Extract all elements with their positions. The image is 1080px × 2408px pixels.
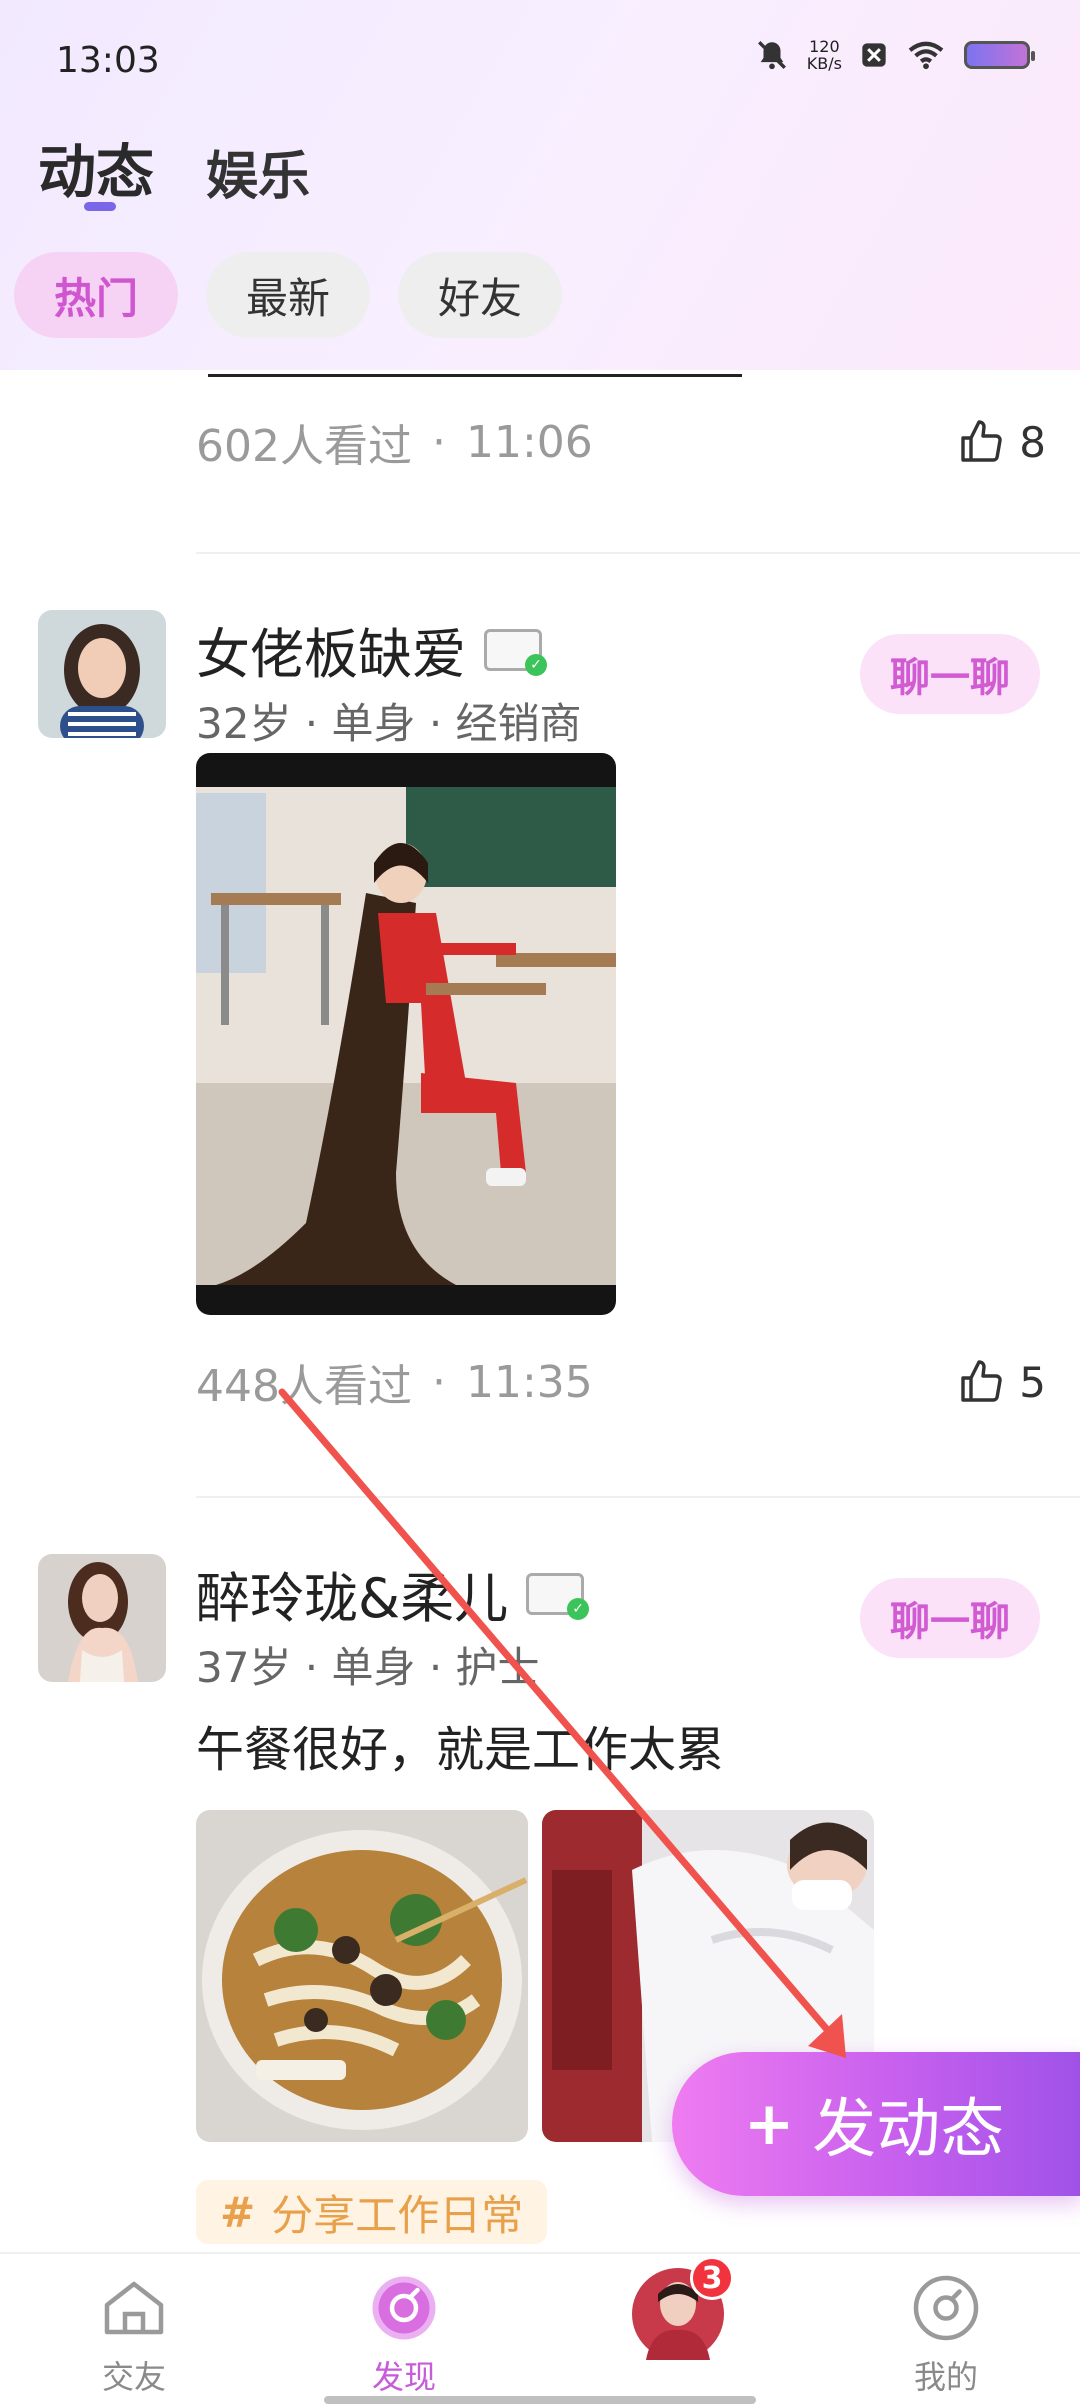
battery-icon: [964, 41, 1035, 69]
tab-entertainment[interactable]: 娱乐: [206, 134, 310, 209]
like-count: 8: [1019, 417, 1046, 467]
view-count: 448人看过: [196, 1361, 412, 1412]
post-caption: 午餐很好，就是工作太累: [196, 1722, 725, 1778]
thumbs-up-icon: [961, 1360, 1002, 1402]
partial-image-edge: [208, 374, 742, 377]
discover-icon: [372, 2276, 436, 2340]
meta-separator: ·: [431, 416, 446, 468]
home-icon: [104, 2281, 164, 2335]
network-speed: 120 KB/s: [807, 38, 842, 72]
verified-id-icon: ✓: [484, 628, 547, 676]
filter-latest[interactable]: 最新: [206, 252, 371, 338]
topic-tag-text: 分享工作日常: [271, 2190, 524, 2240]
post-photo[interactable]: [196, 1810, 528, 2142]
unread-badge: 3: [690, 2256, 734, 2300]
bottom-tab-bar: 交友 发现 3 我的: [0, 2252, 1080, 2408]
view-count: 602人看过: [196, 421, 412, 472]
filter-hot[interactable]: 热门: [14, 252, 179, 338]
main-tabs: 动态 娱乐: [38, 125, 310, 211]
like-count: 5: [1019, 1357, 1046, 1407]
avatar[interactable]: [38, 610, 166, 738]
profile-icon: [913, 2275, 979, 2341]
network-speed-unit: KB/s: [806, 54, 842, 73]
status-time: 13:03: [56, 40, 160, 81]
status-bar: 13:03 120 KB/s: [0, 0, 1080, 126]
avatar[interactable]: [38, 1554, 166, 1682]
user-name[interactable]: 醉玲珑&柔儿 ✓: [196, 1554, 590, 1633]
user-name[interactable]: 女佬板缺爱 ✓: [196, 610, 547, 689]
divider: [196, 1496, 1080, 1498]
post-dynamic-label: 发动态: [812, 2093, 1005, 2167]
post-dynamic-button[interactable]: + 发动态: [672, 2052, 1080, 2196]
home-indicator: [324, 2396, 756, 2404]
post-time: 11:35: [465, 1356, 593, 1408]
mute-bell-icon: [757, 41, 786, 70]
avatar: 3: [632, 2256, 734, 2360]
thumbs-up-icon: [961, 420, 1002, 462]
tab-label: 发现: [371, 2358, 436, 2396]
topic-tag[interactable]: # 分享工作日常: [196, 2180, 548, 2244]
post-photo[interactable]: [196, 753, 616, 1315]
user-info: 32岁 · 单身 · 经销商: [196, 699, 582, 748]
filter-row: 热门 最新 好友: [14, 252, 563, 338]
wifi-icon: [908, 41, 944, 70]
chat-button[interactable]: 聊一聊: [860, 1578, 1040, 1658]
tab-label: 我的: [913, 2358, 978, 2396]
like-button[interactable]: 8: [957, 418, 1046, 467]
meta-separator: ·: [431, 1356, 446, 1408]
post-meta: 448人看过 · 11:35 5: [196, 1350, 1046, 1414]
notification-box-icon: [862, 43, 886, 67]
feed[interactable]: 602人看过 · 11:06 8 女佬板缺爱 ✓ 32岁 · 单身 · 经销商: [0, 370, 1080, 2252]
user-info: 37岁 · 单身 · 护士: [196, 1643, 540, 1692]
post-time: 11:06: [465, 416, 593, 468]
tab-messages-avatar[interactable]: 3: [598, 2256, 758, 2368]
verified-id-icon: ✓: [526, 1572, 590, 1620]
status-icons: 120 KB/s: [755, 38, 1035, 72]
like-button[interactable]: 5: [957, 1358, 1046, 1407]
hash-icon: #: [220, 2187, 256, 2237]
network-speed-value: 120: [809, 37, 840, 56]
tab-mine[interactable]: 我的: [866, 2272, 1026, 2398]
divider: [196, 552, 1080, 554]
tab-label: 交友: [101, 2358, 166, 2396]
filter-friends[interactable]: 好友: [398, 252, 563, 338]
tab-make-friends[interactable]: 交友: [54, 2272, 214, 2398]
user-name-text: 醉玲珑&柔儿: [196, 1567, 509, 1630]
tab-discover[interactable]: 发现: [324, 2272, 484, 2398]
chat-button[interactable]: 聊一聊: [860, 634, 1040, 714]
partial-post-meta: 602人看过 · 11:06 8: [196, 410, 1046, 474]
tab-dynamic[interactable]: 动态: [38, 125, 154, 209]
user-name-text: 女佬板缺爱: [196, 623, 466, 686]
tab-indicator: [84, 202, 116, 211]
plus-icon: +: [744, 2089, 795, 2159]
